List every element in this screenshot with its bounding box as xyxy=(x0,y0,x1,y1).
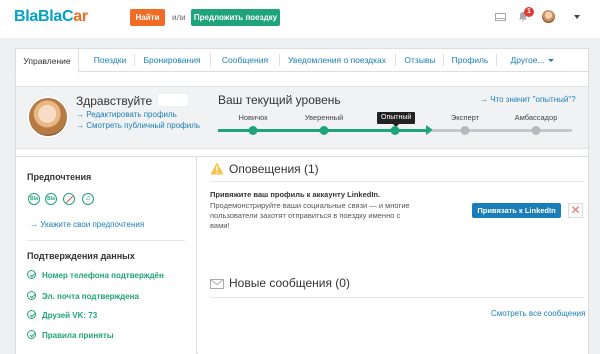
find-button[interactable]: Найти xyxy=(130,9,165,26)
logo-text: BlaBlaC xyxy=(14,8,74,25)
top-header: BlaBlaCar Найти или Предложить поездку 1 xyxy=(0,0,600,38)
verification-label: Эл. почта подтверждена xyxy=(42,292,139,301)
tab-reviews[interactable]: Отзывы xyxy=(401,48,439,72)
divider xyxy=(27,240,185,241)
user-avatar[interactable] xyxy=(542,10,555,23)
tab-trip-alerts[interactable]: Уведомления о поездках xyxy=(284,48,390,72)
tab-more-label: Другое... xyxy=(510,55,545,65)
profile-photo[interactable] xyxy=(27,96,69,138)
level-help-link[interactable]: → Что значит "опытный"? xyxy=(480,95,576,104)
tab-separator xyxy=(496,54,497,66)
verification-label: Друзей VK: 73 xyxy=(42,311,98,320)
tab-separator xyxy=(134,54,135,66)
greeting: Здравствуйте xyxy=(76,94,153,108)
level-dot xyxy=(248,126,258,135)
notifications-title: Оповещения (1) xyxy=(229,162,319,176)
tab-messages[interactable]: Сообщения xyxy=(216,48,274,72)
check-icon xyxy=(27,270,36,280)
check-icon xyxy=(27,291,36,301)
verification-item: Правила приняты xyxy=(27,330,114,340)
notification-badge: 1 xyxy=(524,7,534,17)
verification-item: Друзей VK: 73 xyxy=(27,310,98,320)
divider xyxy=(210,297,584,298)
linkedin-prompt-title: Привяжите ваш профиль к аккаунту LinkedI… xyxy=(210,190,381,199)
level-dot xyxy=(319,126,329,135)
verification-item: Эл. почта подтверждена xyxy=(27,291,139,301)
tab-trips[interactable]: Поездки xyxy=(90,48,130,72)
check-icon xyxy=(27,310,36,320)
level-dot xyxy=(460,126,470,135)
verifications-title: Подтверждения данных xyxy=(27,251,135,261)
close-icon[interactable]: ✕ xyxy=(568,203,583,218)
check-icon xyxy=(27,330,36,340)
tab-bar: Управление Поездки Бронирования Сообщени… xyxy=(15,48,589,73)
chattiness-icon: Bla xyxy=(45,193,57,205)
chevron-down-icon xyxy=(547,59,554,63)
tab-bookings[interactable]: Бронирования xyxy=(139,48,205,72)
logo-text-car: ar xyxy=(73,8,88,25)
set-preferences-link[interactable]: → Укажите свои предпочтения xyxy=(30,220,144,229)
level-title: Ваш текущий уровень xyxy=(218,93,341,107)
tab-separator xyxy=(443,54,444,66)
music-icon: ♫ xyxy=(82,193,94,205)
no-smoking-icon xyxy=(63,193,75,205)
edit-profile-link[interactable]: → Редактировать профиль xyxy=(76,110,177,119)
divider xyxy=(210,181,584,182)
user-name-redacted xyxy=(157,93,189,107)
main-content xyxy=(198,156,588,354)
chattiness-icon: Bla xyxy=(28,193,40,205)
mail-icon[interactable] xyxy=(495,13,506,21)
verification-label: Номер телефона подтверждён xyxy=(42,271,164,280)
new-messages-title: Новые сообщения (0) xyxy=(229,276,350,290)
envelope-icon xyxy=(210,279,224,289)
offer-ride-button[interactable]: Предложить поездку xyxy=(191,9,280,26)
tab-separator xyxy=(395,54,396,66)
tab-management[interactable]: Управление xyxy=(15,48,79,73)
verification-item: Номер телефона подтверждён xyxy=(27,270,164,280)
tab-more[interactable]: Другое... xyxy=(502,48,562,72)
level-step-label: Амбассадор xyxy=(514,113,558,122)
blablacar-logo[interactable]: BlaBlaCar xyxy=(14,8,88,26)
warning-icon xyxy=(210,162,224,177)
tab-separator xyxy=(279,54,280,66)
preferences-title: Предпочтения xyxy=(27,172,92,182)
tab-separator xyxy=(210,54,211,66)
level-step-label: Уверенный xyxy=(304,113,344,122)
or-label: или xyxy=(172,13,186,22)
chevron-down-icon[interactable] xyxy=(574,15,580,19)
current-level-tooltip: Опытный xyxy=(377,112,416,127)
level-progress-remaining xyxy=(432,129,572,132)
view-all-messages-link[interactable]: Смотреть все сообщения xyxy=(491,309,585,318)
level-dot xyxy=(531,126,541,135)
verification-label: Правила приняты xyxy=(42,331,114,340)
connect-linkedin-button[interactable]: Привязать к LinkedIn xyxy=(472,203,561,218)
level-step-label: Новичок xyxy=(238,113,268,122)
linkedin-prompt-text: Продемонстрируйте ваши социальные связи … xyxy=(210,201,410,230)
tab-profile[interactable]: Профиль xyxy=(449,48,491,72)
level-dot-current xyxy=(390,126,400,135)
level-step-label: Эксперт xyxy=(450,113,480,122)
view-public-profile-link[interactable]: → Смотреть публичный профиль xyxy=(76,121,200,130)
